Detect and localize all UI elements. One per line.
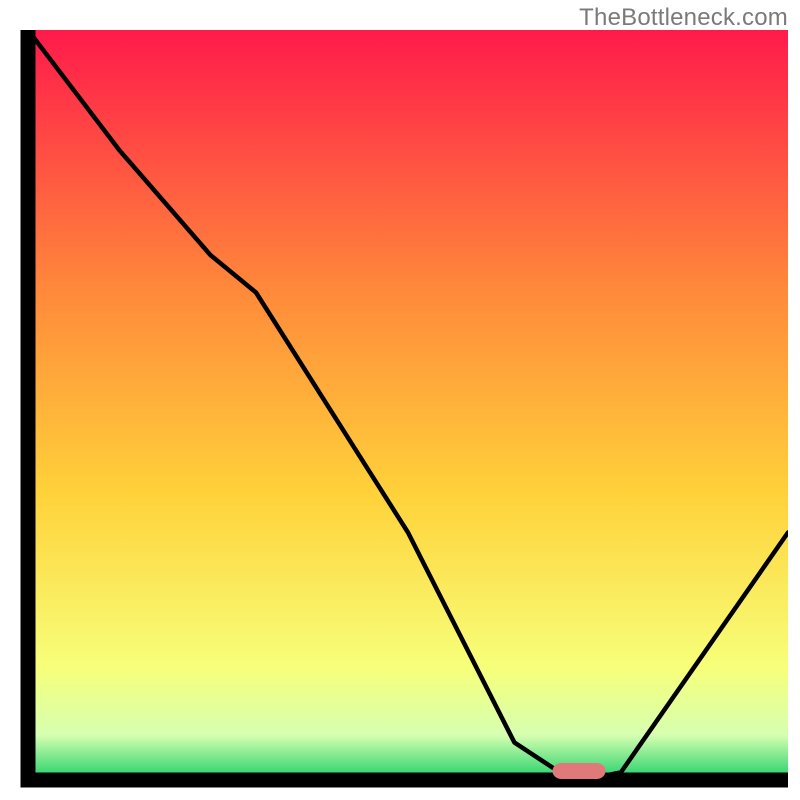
gradient-background xyxy=(28,30,788,780)
bottleneck-chart xyxy=(0,0,800,800)
watermark-text: TheBottleneck.com xyxy=(579,4,788,32)
optimum-marker xyxy=(552,763,605,779)
chart-frame: TheBottleneck.com xyxy=(0,0,800,800)
